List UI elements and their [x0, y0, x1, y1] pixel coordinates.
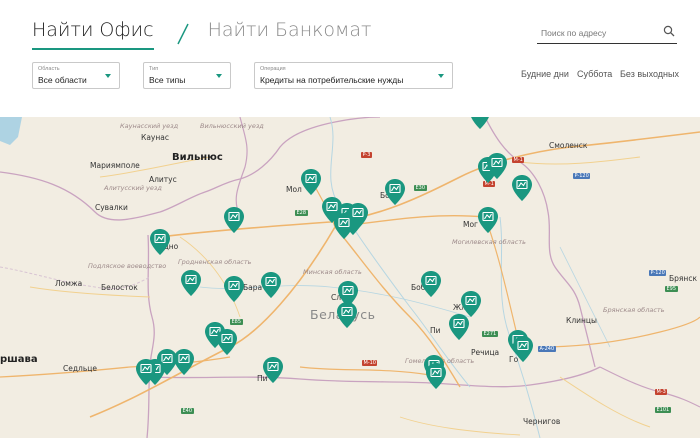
office-pin-icon[interactable]	[150, 229, 170, 255]
city-label: Каунас	[141, 133, 169, 142]
operation-select-value: Кредиты на потребительские нужды	[260, 75, 404, 85]
type-select[interactable]: Тип Все типы	[143, 62, 231, 89]
map[interactable]: Каунасский уезд Вильнюсский уезд Алитусс…	[0, 117, 700, 438]
office-pin-icon[interactable]	[224, 207, 244, 233]
city-label: Белосток	[101, 283, 138, 292]
road-sign: E271	[482, 331, 498, 337]
city-label: Сувалки	[95, 203, 128, 212]
office-pin-icon[interactable]	[301, 169, 321, 195]
slash-divider-icon	[176, 23, 189, 45]
city-label: Бара	[243, 283, 263, 292]
chevron-down-icon	[216, 74, 222, 78]
city-label: ршава	[0, 354, 38, 365]
search-input[interactable]	[537, 27, 657, 38]
city-label: Клинцы	[566, 316, 597, 325]
region-label: Гродненская область	[178, 258, 252, 266]
road-sign: M-1	[512, 157, 525, 163]
region-select-label: Область	[38, 66, 60, 72]
office-pin-icon[interactable]	[421, 271, 441, 297]
road-sign: P-120	[573, 173, 591, 179]
filter-weekdays[interactable]: Будние дни	[521, 69, 569, 79]
filter-no-days-off[interactable]: Без выходных	[620, 69, 679, 79]
office-pin-icon[interactable]	[449, 314, 469, 340]
tab-find-atm[interactable]: Найти Банкомат	[208, 18, 372, 48]
road-sign: A-240	[538, 346, 556, 352]
search-icon[interactable]	[663, 25, 675, 37]
road-sign: M-3	[655, 389, 668, 395]
region-select[interactable]: Область Все области	[32, 62, 120, 89]
office-pin-icon[interactable]	[261, 272, 281, 298]
region-label: Могилевская область	[452, 238, 526, 246]
region-label: Брянская область	[603, 306, 665, 314]
region-label: Подляское воеводство	[88, 262, 167, 270]
office-pin-icon[interactable]	[334, 213, 354, 239]
road-sign: E30	[414, 185, 427, 191]
road-sign: E85	[230, 319, 243, 325]
filter-saturday[interactable]: Суббота	[577, 69, 612, 79]
road-sign: E40	[181, 408, 194, 414]
road-sign: P-3	[361, 152, 372, 158]
road-sign: E95	[665, 286, 678, 292]
office-pin-icon[interactable]	[487, 153, 507, 179]
office-pin-icon[interactable]	[263, 357, 283, 383]
city-label: Мог	[463, 220, 478, 229]
city-label: Мол	[286, 185, 302, 194]
office-pin-icon[interactable]	[181, 270, 201, 296]
office-pin-icon[interactable]	[470, 117, 490, 129]
type-select-label: Тип	[149, 66, 159, 72]
city-label: Вильнюс	[172, 152, 223, 163]
tab-find-office[interactable]: Найти Офис	[32, 18, 154, 50]
office-pin-icon[interactable]	[217, 329, 237, 355]
office-pin-icon[interactable]	[136, 359, 156, 385]
page: Найти Офис Найти Банкомат Область Все об…	[0, 0, 700, 438]
city-label: Чернигов	[523, 417, 561, 426]
office-pin-icon[interactable]	[478, 207, 498, 233]
city-label: Пи	[430, 326, 441, 335]
office-pin-icon[interactable]	[513, 336, 533, 362]
operation-select-label: Операция	[260, 66, 286, 72]
region-label: Каунасский уезд	[120, 122, 179, 130]
office-pin-icon[interactable]	[224, 276, 244, 302]
region-label: Минская область	[303, 268, 362, 276]
office-pin-icon[interactable]	[385, 179, 405, 205]
city-label: Алитус	[149, 175, 177, 184]
region-select-value: Все области	[38, 75, 87, 85]
region-label: Алитусский уезд	[104, 184, 162, 192]
office-pin-icon[interactable]	[174, 349, 194, 375]
road-sign: P-120	[649, 270, 667, 276]
road-sign: E28	[295, 210, 308, 216]
road-sign: M-10	[362, 360, 378, 366]
address-search	[537, 22, 677, 44]
tabs: Найти Офис Найти Банкомат	[32, 18, 371, 50]
road-sign: E101	[655, 407, 671, 413]
chevron-down-icon	[105, 74, 111, 78]
city-label: Речица	[471, 348, 500, 357]
chevron-down-icon	[438, 74, 444, 78]
city-label: Ломжа	[55, 279, 83, 288]
city-label: Мариямполе	[90, 161, 140, 170]
office-pin-icon[interactable]	[426, 363, 446, 389]
city-label: Смоленск	[549, 141, 588, 150]
type-select-value: Все типы	[149, 75, 186, 85]
office-pin-icon[interactable]	[337, 302, 357, 328]
city-label: Брянск	[669, 274, 697, 283]
region-label: Вильнюсский уезд	[200, 122, 264, 130]
operation-select[interactable]: Операция Кредиты на потребительские нужд…	[254, 62, 453, 89]
city-label: Седльце	[63, 364, 97, 373]
office-pin-icon[interactable]	[512, 175, 532, 201]
